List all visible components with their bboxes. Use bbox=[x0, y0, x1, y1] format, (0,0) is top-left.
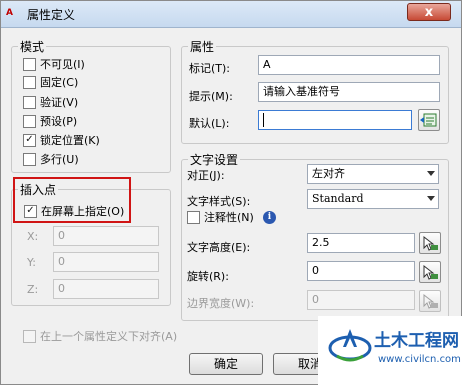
lock-position-checkbox[interactable]: ✓ 锁定位置(K) bbox=[23, 133, 100, 149]
constant-label: 固定(C) bbox=[40, 76, 79, 89]
text-style-label: 文字样式(S): bbox=[187, 195, 251, 208]
specify-on-screen-checkbox[interactable]: ✓ 在屏幕上指定(O) bbox=[24, 204, 124, 220]
watermark-title: 土木工程网 bbox=[374, 331, 459, 351]
checkbox-box[interactable] bbox=[23, 152, 36, 166]
boundary-width-label: 边界宽度(W): bbox=[187, 297, 255, 310]
site-watermark: 土木工程网 www.civilcn.com bbox=[318, 316, 462, 385]
checkmark-icon[interactable]: ✓ bbox=[23, 133, 36, 147]
tag-label: 标记(T): bbox=[189, 62, 231, 75]
invisible-checkbox[interactable]: 不可见(I) bbox=[23, 57, 85, 73]
default-input[interactable] bbox=[258, 110, 412, 130]
rotation-input[interactable]: 0 bbox=[307, 261, 415, 281]
dropdown-arrow-icon bbox=[427, 171, 435, 176]
pick-height-button[interactable] bbox=[419, 232, 441, 254]
lock-position-label: 锁定位置(K) bbox=[40, 134, 100, 147]
insert-field-icon bbox=[420, 113, 437, 127]
checkmark-icon[interactable]: ✓ bbox=[24, 204, 37, 218]
justify-select[interactable]: 左对齐 bbox=[307, 164, 439, 184]
rotation-label: 旋转(R): bbox=[187, 270, 229, 283]
pick-width-icon bbox=[423, 293, 438, 309]
default-label: 默认(L): bbox=[189, 117, 230, 130]
annotative-label: 注释性(N) bbox=[204, 211, 254, 224]
prompt-input[interactable]: 请输入基准符号 bbox=[258, 82, 440, 102]
dropdown-arrow-icon bbox=[427, 196, 435, 201]
preset-checkbox[interactable]: 预设(P) bbox=[23, 114, 77, 130]
verify-checkbox[interactable]: 验证(V) bbox=[23, 95, 78, 111]
info-icon[interactable]: i bbox=[263, 211, 276, 224]
annotative-checkbox[interactable]: 注释性(N) bbox=[187, 210, 254, 226]
justify-label: 对正(J): bbox=[187, 169, 225, 182]
attribute-legend: 属性 bbox=[190, 40, 215, 54]
y-label: Y: bbox=[27, 256, 36, 269]
text-height-input[interactable]: 2.5 bbox=[307, 233, 415, 253]
invisible-label: 不可见(I) bbox=[40, 58, 85, 71]
z-label: Z: bbox=[27, 283, 39, 296]
watermark-url: www.civilcn.com bbox=[378, 354, 461, 365]
text-settings-legend: 文字设置 bbox=[190, 153, 239, 167]
text-style-select[interactable]: Standard bbox=[307, 189, 439, 209]
preset-label: 预设(P) bbox=[40, 115, 78, 128]
checkbox-box[interactable] bbox=[23, 95, 36, 109]
checkbox-box[interactable] bbox=[23, 75, 36, 89]
text-style-value: Standard bbox=[312, 192, 364, 205]
tag-input[interactable]: A bbox=[258, 55, 440, 75]
align-below-checkbox[interactable]: 在上一个属性定义下对齐(A) bbox=[23, 329, 177, 345]
x-label: X: bbox=[27, 230, 39, 243]
verify-label: 验证(V) bbox=[40, 96, 79, 109]
constant-checkbox[interactable]: 固定(C) bbox=[23, 75, 78, 91]
justify-value: 左对齐 bbox=[312, 167, 345, 180]
text-height-label: 文字高度(E): bbox=[187, 241, 251, 254]
checkbox-box[interactable] bbox=[23, 114, 36, 128]
autocad-app-icon: A bbox=[6, 8, 13, 18]
pick-boundary-button[interactable] bbox=[419, 290, 441, 312]
mode-legend: 模式 bbox=[20, 40, 45, 54]
text-cursor bbox=[263, 113, 264, 127]
multiline-checkbox[interactable]: 多行(U) bbox=[23, 152, 79, 168]
title-bar[interactable]: A 属性定义 x bbox=[1, 1, 461, 28]
window-title: 属性定义 bbox=[27, 8, 76, 22]
checkbox-box[interactable] bbox=[187, 210, 200, 224]
prompt-label: 提示(M): bbox=[189, 90, 233, 103]
y-input[interactable]: 0 bbox=[53, 252, 159, 272]
z-input[interactable]: 0 bbox=[53, 279, 159, 299]
checkbox-box[interactable] bbox=[23, 57, 36, 71]
x-input[interactable]: 0 bbox=[53, 226, 159, 246]
ok-button[interactable]: 确定 bbox=[189, 353, 263, 375]
align-below-label: 在上一个属性定义下对齐(A) bbox=[40, 330, 178, 343]
boundary-width-input[interactable]: 0 bbox=[307, 290, 415, 310]
pick-point-icon bbox=[423, 235, 438, 251]
insert-field-button[interactable] bbox=[418, 109, 440, 131]
watermark-logo-icon bbox=[328, 329, 372, 362]
pick-rotation-button[interactable] bbox=[419, 261, 441, 283]
pick-angle-icon bbox=[423, 264, 438, 280]
specify-on-screen-label: 在屏幕上指定(O) bbox=[41, 205, 125, 218]
close-button[interactable]: x bbox=[407, 3, 451, 21]
multiline-label: 多行(U) bbox=[40, 153, 79, 166]
checkbox-box[interactable] bbox=[23, 329, 36, 343]
